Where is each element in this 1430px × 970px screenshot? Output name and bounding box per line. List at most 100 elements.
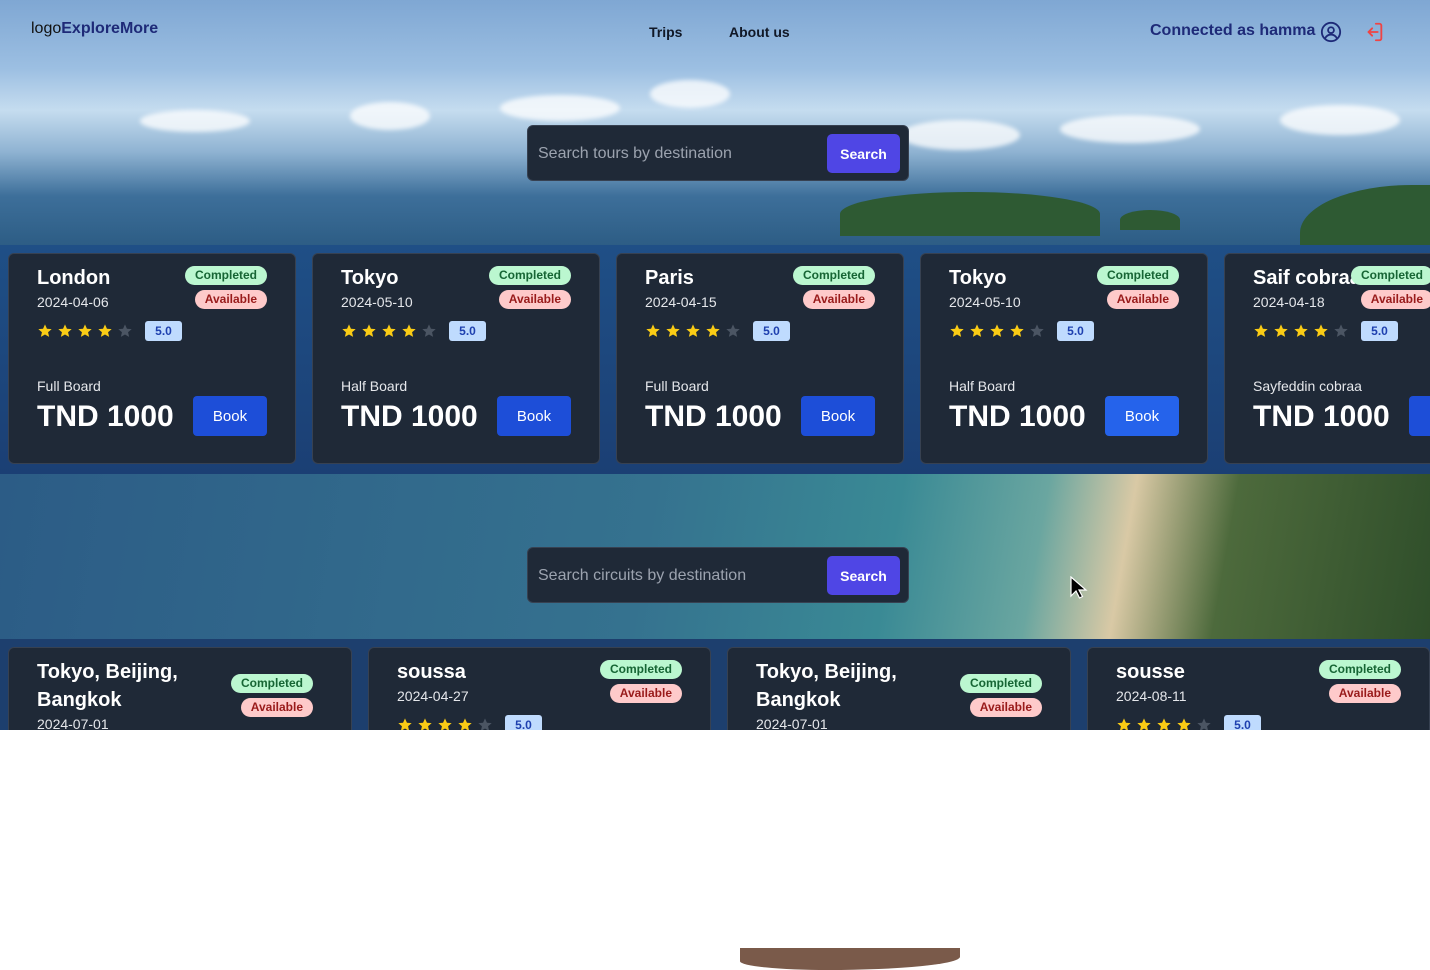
star-filled-icon <box>398 718 412 730</box>
tour-search-button[interactable]: Search <box>827 134 900 173</box>
status-badge: Completed <box>599 660 682 679</box>
star-filled-icon <box>646 324 660 337</box>
circuit-date: 2024-07-01 <box>756 716 828 730</box>
board-type: Sayfeddin cobraa <box>1253 378 1362 394</box>
connected-user-label: Connected as hamma <box>1150 22 1316 39</box>
star-filled-icon <box>1157 718 1171 730</box>
tour-card: Tokyo 2024-05-10 Completed Available 5.0… <box>920 253 1208 464</box>
logout-icon[interactable] <box>1363 21 1385 43</box>
star-filled-icon <box>458 718 472 730</box>
tour-search-bar: Search <box>527 125 909 181</box>
circuit-card: Tokyo, Beijing, Bangkok 2024-07-01 Compl… <box>8 647 352 730</box>
star-filled-icon <box>402 324 416 337</box>
status-badge: Completed <box>230 674 313 693</box>
star-filled-icon <box>1177 718 1191 730</box>
brand-name: ExploreMore <box>61 20 159 37</box>
circuit-title: sousse <box>1116 661 1185 683</box>
circuit-search-button[interactable]: Search <box>827 556 900 595</box>
availability-badge: Available <box>240 698 313 717</box>
tour-date: 2024-04-18 <box>1253 294 1325 310</box>
availability-badge: Available <box>1360 290 1430 309</box>
circuit-card: soussa 2024-04-27 Completed Available 5.… <box>368 647 711 730</box>
tour-price: TND 1000 <box>1253 400 1390 433</box>
circuit-date: 2024-04-27 <box>397 688 469 704</box>
circuit-title: Tokyo, Beijing, Bangkok <box>756 661 897 711</box>
board-type: Full Board <box>37 378 101 394</box>
star-empty-icon <box>1030 324 1044 337</box>
mouse-cursor-icon <box>1070 576 1088 599</box>
user-circle-icon[interactable] <box>1320 21 1342 43</box>
book-button[interactable]: Book <box>1105 396 1179 436</box>
star-filled-icon <box>990 324 1004 337</box>
circuit-search-bar: Search <box>527 547 909 603</box>
star-filled-icon <box>1010 324 1024 337</box>
star-filled-icon <box>706 324 720 337</box>
star-filled-icon <box>1117 718 1131 730</box>
tour-card: Paris 2024-04-15 Completed Available 5.0… <box>616 253 904 464</box>
tour-date: 2024-04-06 <box>37 294 109 310</box>
book-button[interactable]: Book <box>193 396 267 436</box>
tour-title: Saif cobraa <box>1253 267 1361 289</box>
star-filled-icon <box>382 324 396 337</box>
star-filled-icon <box>362 324 376 337</box>
availability-badge: Available <box>498 290 571 309</box>
tour-price: TND 1000 <box>341 400 478 433</box>
board-type: Half Board <box>341 378 408 394</box>
nav-about-us[interactable]: About us <box>729 24 790 40</box>
rating-badge: 5.0 <box>1224 715 1261 730</box>
tour-price: TND 1000 <box>645 400 782 433</box>
tour-title: Tokyo <box>341 267 399 289</box>
circuit-search-input[interactable] <box>536 556 824 596</box>
star-filled-icon <box>1294 324 1308 337</box>
star-empty-icon <box>422 324 436 337</box>
board-type: Full Board <box>645 378 709 394</box>
board-type: Half Board <box>949 378 1016 394</box>
star-filled-icon <box>58 324 72 337</box>
availability-badge: Available <box>194 290 267 309</box>
tour-title: Tokyo <box>949 267 1007 289</box>
status-badge: Completed <box>959 674 1042 693</box>
star-empty-icon <box>478 718 492 730</box>
star-empty-icon <box>726 324 740 337</box>
star-filled-icon <box>686 324 700 337</box>
availability-badge: Available <box>1106 290 1179 309</box>
tour-card: Saif cobraa 2024-04-18 Completed Availab… <box>1224 253 1430 464</box>
tours-carousel: London 2024-04-06 Completed Available 5.… <box>0 253 1430 465</box>
star-empty-icon <box>1197 718 1211 730</box>
brand[interactable]: logo ExploreMore <box>31 20 158 38</box>
rating-badge: 5.0 <box>1361 321 1398 341</box>
star-rating <box>341 323 437 339</box>
tour-price: TND 1000 <box>949 400 1086 433</box>
tour-date: 2024-04-15 <box>645 294 717 310</box>
star-filled-icon <box>38 324 52 337</box>
star-rating <box>397 717 493 730</box>
circuit-date: 2024-08-11 <box>1116 688 1187 704</box>
nav-trips[interactable]: Trips <box>649 24 682 40</box>
book-button[interactable]: Book <box>1409 396 1430 436</box>
book-button[interactable]: Book <box>801 396 875 436</box>
tour-date: 2024-05-10 <box>949 294 1021 310</box>
tour-date: 2024-05-10 <box>341 294 413 310</box>
availability-badge: Available <box>969 698 1042 717</box>
rating-badge: 5.0 <box>449 321 486 341</box>
star-filled-icon <box>1254 324 1268 337</box>
rating-badge: 5.0 <box>1057 321 1094 341</box>
status-badge: Completed <box>1318 660 1401 679</box>
tour-search-input[interactable] <box>536 134 824 174</box>
star-empty-icon <box>1334 324 1348 337</box>
star-rating <box>1253 323 1349 339</box>
star-rating <box>949 323 1045 339</box>
status-badge: Completed <box>792 266 875 285</box>
circuit-title: soussa <box>397 661 466 683</box>
tour-price: TND 1000 <box>37 400 174 433</box>
star-rating <box>1116 717 1212 730</box>
star-filled-icon <box>1314 324 1328 337</box>
tour-card: London 2024-04-06 Completed Available 5.… <box>8 253 296 464</box>
navbar: logo ExploreMore Trips About us Connecte… <box>0 0 1430 62</box>
star-rating <box>645 323 741 339</box>
status-badge: Completed <box>1350 266 1430 285</box>
rating-badge: 5.0 <box>145 321 182 341</box>
tour-title: London <box>37 267 111 289</box>
star-filled-icon <box>1274 324 1288 337</box>
book-button[interactable]: Book <box>497 396 571 436</box>
